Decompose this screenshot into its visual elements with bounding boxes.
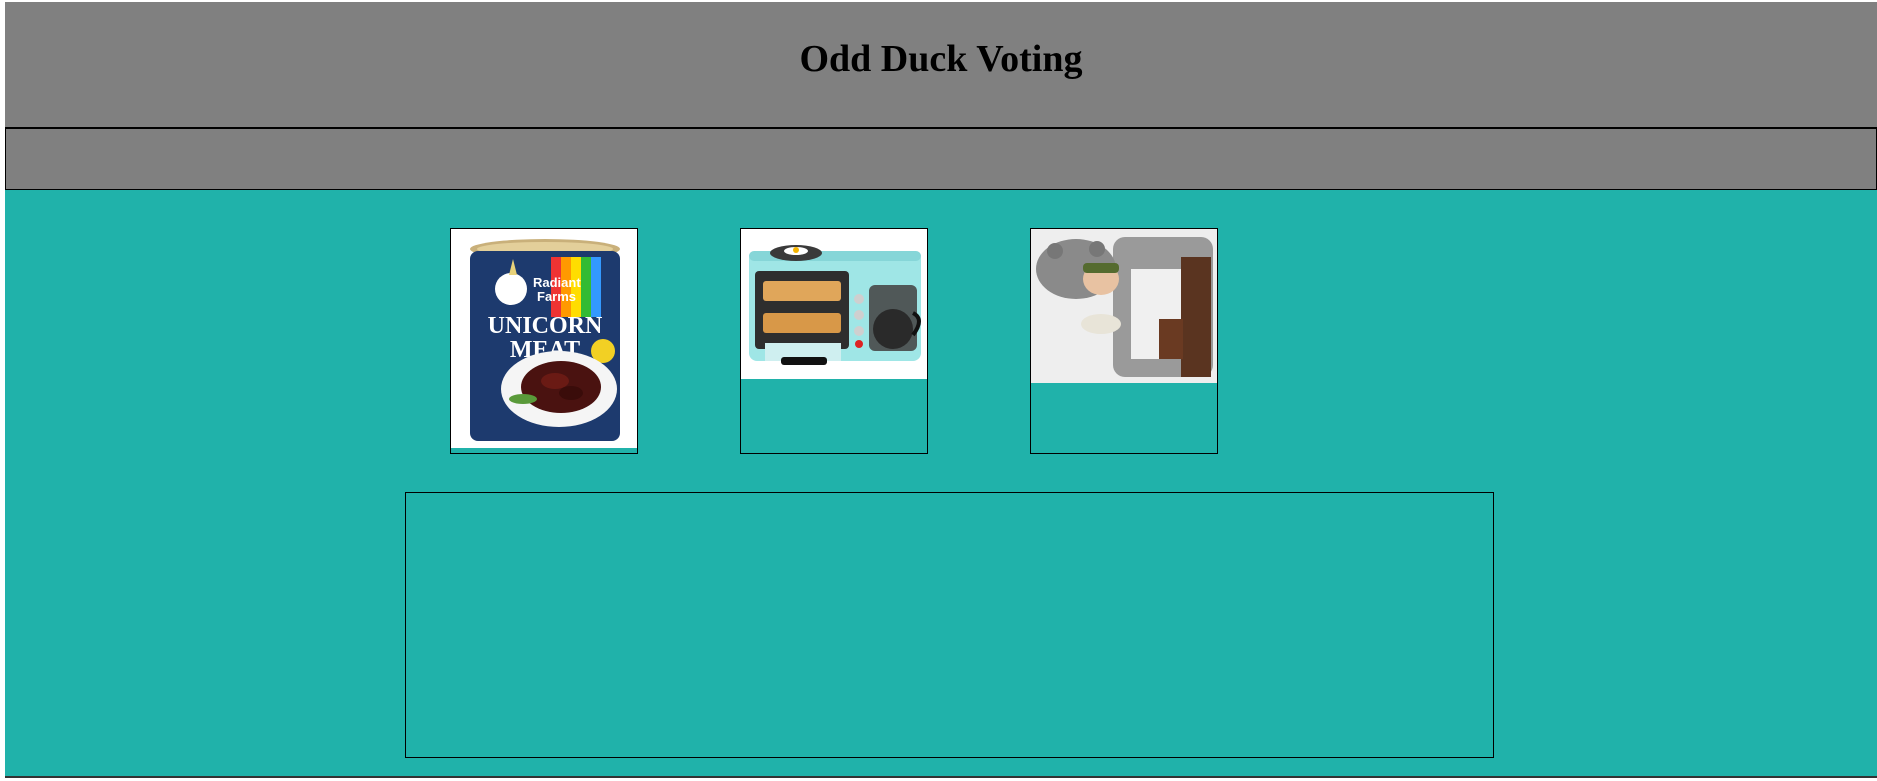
nav-bar — [5, 128, 1877, 190]
results-panel — [405, 492, 1494, 758]
page-title: Odd Duck Voting — [799, 37, 1083, 80]
sleeping-bag-image — [1031, 229, 1217, 383]
page-header: Odd Duck Voting — [5, 2, 1877, 128]
product-image-3[interactable] — [1030, 228, 1218, 454]
product-image-2[interactable] — [740, 228, 928, 454]
svg-text:UNICORN: UNICORN — [488, 313, 603, 339]
svg-text:Farms: Farms — [537, 289, 576, 304]
product-image-1[interactable]: Radiant Farms UNICORN MEAT — [450, 228, 638, 454]
unicorn-meat-image: Radiant Farms UNICORN MEAT — [451, 229, 637, 448]
breakfast-station-image — [741, 229, 927, 379]
voting-area: Radiant Farms UNICORN MEAT — [5, 190, 1877, 778]
svg-text:Radiant: Radiant — [533, 275, 581, 290]
